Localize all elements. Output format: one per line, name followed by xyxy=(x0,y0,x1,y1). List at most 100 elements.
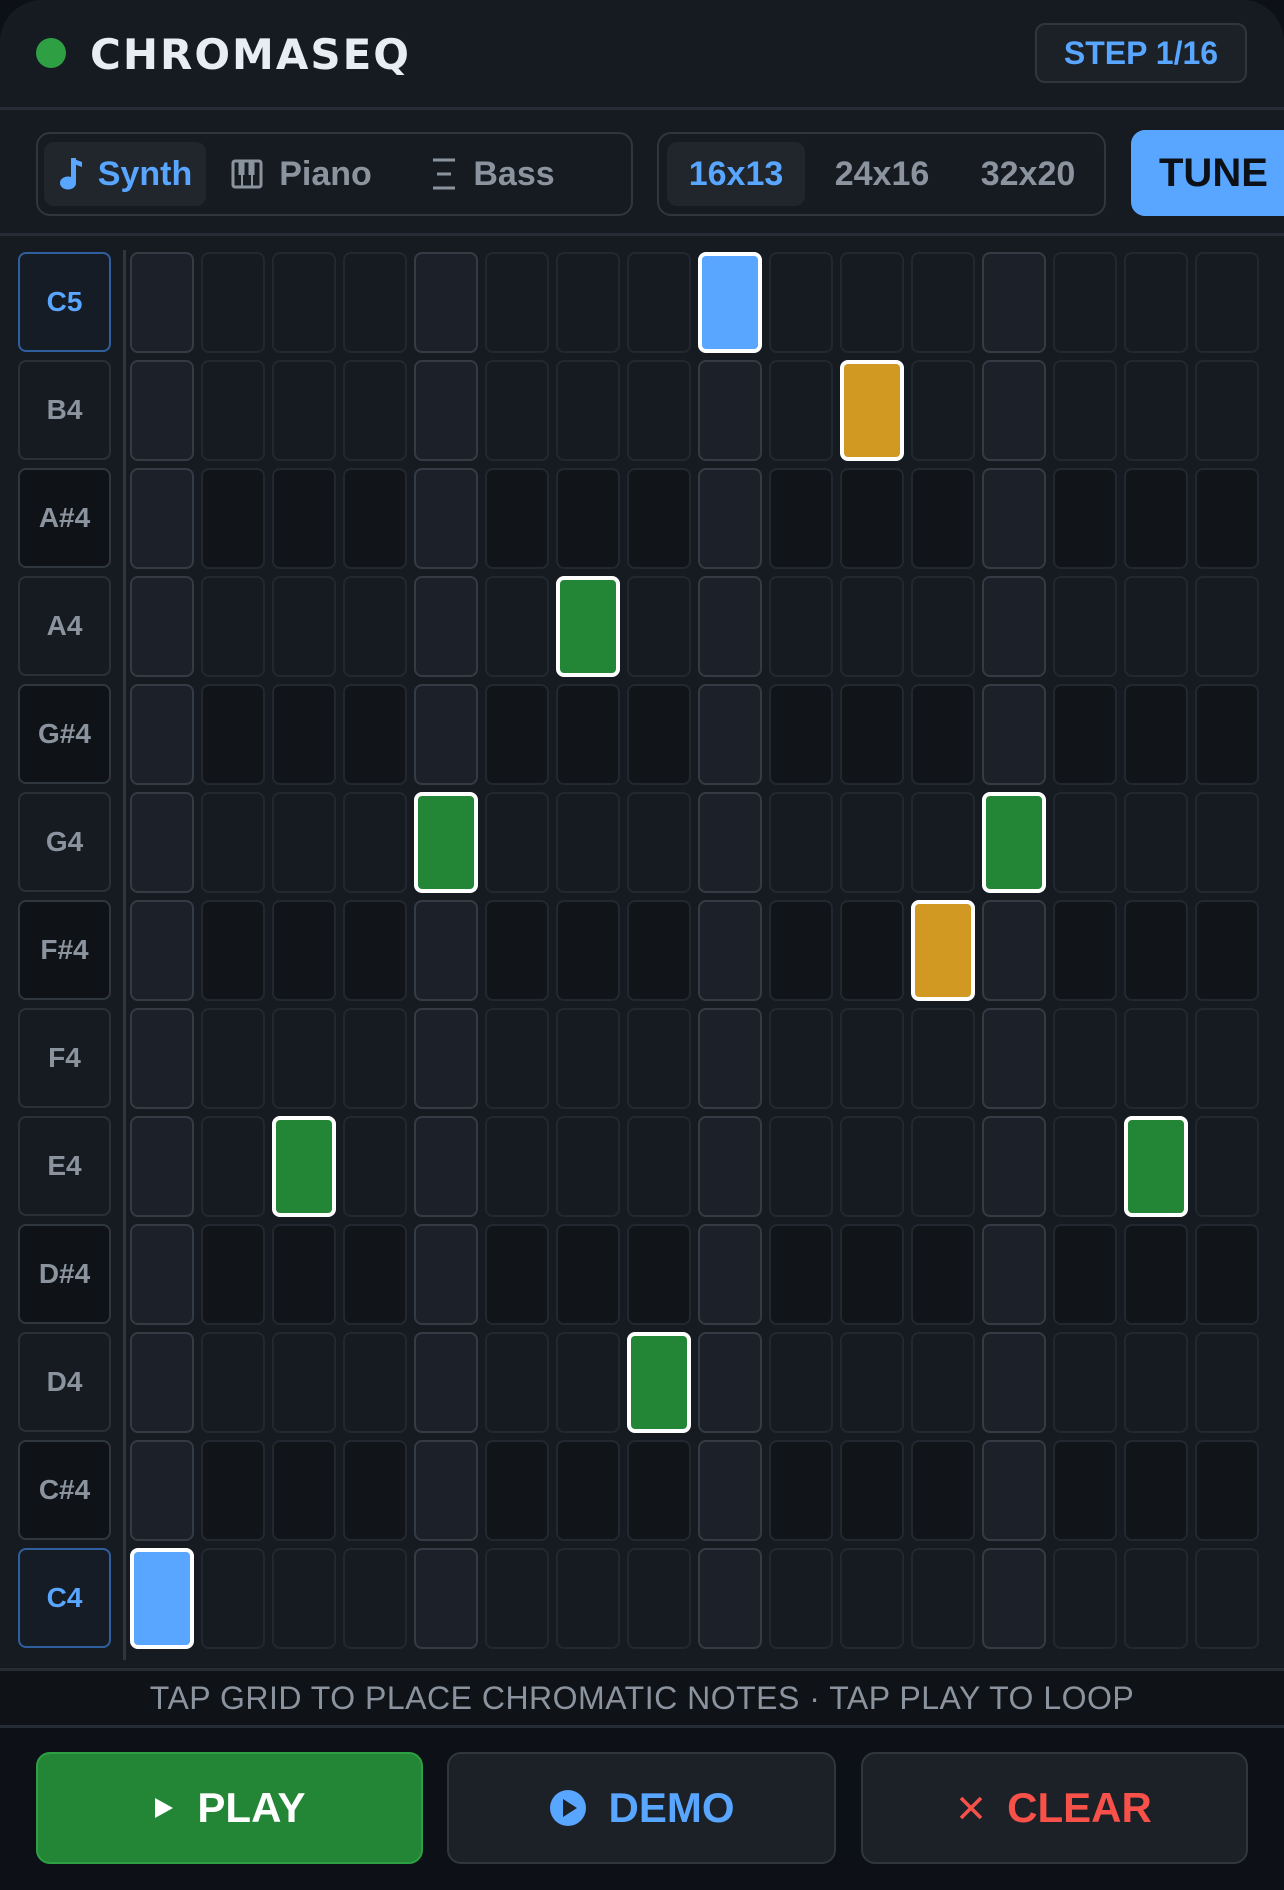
grid-cell[interactable] xyxy=(769,1224,833,1325)
grid-cell[interactable] xyxy=(982,252,1046,353)
note-key[interactable]: G4 xyxy=(18,792,111,892)
grid-cell[interactable] xyxy=(485,1008,549,1109)
grid-cell[interactable] xyxy=(272,1224,336,1325)
grid-cell[interactable] xyxy=(485,252,549,353)
instrument-synth-tab[interactable]: Synth xyxy=(44,142,206,206)
grid-cell[interactable] xyxy=(627,252,691,353)
grid-cell[interactable] xyxy=(982,1008,1046,1109)
grid-cell[interactable] xyxy=(840,1224,904,1325)
grid-cell[interactable] xyxy=(769,1008,833,1109)
grid-cell[interactable] xyxy=(911,576,975,677)
grid-cell-active[interactable] xyxy=(556,576,620,677)
grid-cell[interactable] xyxy=(130,468,194,569)
grid-cell[interactable] xyxy=(201,792,265,893)
grid-cell[interactable] xyxy=(343,684,407,785)
grid-cell[interactable] xyxy=(840,684,904,785)
grid-cell[interactable] xyxy=(1195,1008,1259,1109)
grid-cell[interactable] xyxy=(769,1440,833,1541)
grid-cell[interactable] xyxy=(982,1224,1046,1325)
grid-cell[interactable] xyxy=(982,1332,1046,1433)
grid-cell[interactable] xyxy=(272,900,336,1001)
note-key[interactable]: D#4 xyxy=(18,1224,111,1324)
grid-cell[interactable] xyxy=(627,468,691,569)
grid-cell[interactable] xyxy=(627,792,691,893)
grid-cell[interactable] xyxy=(769,792,833,893)
grid-cell[interactable] xyxy=(201,468,265,569)
grid-cell[interactable] xyxy=(911,360,975,461)
grid-cell[interactable] xyxy=(698,900,762,1001)
grid-cell[interactable] xyxy=(769,252,833,353)
grid-cell[interactable] xyxy=(840,792,904,893)
grid-cell[interactable] xyxy=(698,1548,762,1649)
note-key[interactable]: F4 xyxy=(18,1008,111,1108)
grid-cell[interactable] xyxy=(272,1008,336,1109)
grid-cell[interactable] xyxy=(698,792,762,893)
grid-cell[interactable] xyxy=(1124,1008,1188,1109)
grid-cell[interactable] xyxy=(556,1440,620,1541)
grid-cell[interactable] xyxy=(130,1332,194,1433)
grid-cell[interactable] xyxy=(343,900,407,1001)
clear-button[interactable]: CLEAR xyxy=(861,1752,1248,1864)
grid-cell[interactable] xyxy=(769,1548,833,1649)
grid-cell[interactable] xyxy=(414,576,478,677)
grid-cell[interactable] xyxy=(272,1548,336,1649)
grid-cell[interactable] xyxy=(343,1008,407,1109)
grid-cell[interactable] xyxy=(627,1440,691,1541)
grid-cell[interactable] xyxy=(556,1008,620,1109)
grid-cell[interactable] xyxy=(272,792,336,893)
grid-cell[interactable] xyxy=(343,360,407,461)
grid-cell[interactable] xyxy=(982,900,1046,1001)
grid-cell[interactable] xyxy=(698,1440,762,1541)
grid-cell[interactable] xyxy=(201,1440,265,1541)
grid-cell[interactable] xyxy=(769,684,833,785)
grid-cell[interactable] xyxy=(272,360,336,461)
grid-cell[interactable] xyxy=(698,360,762,461)
grid-cell[interactable] xyxy=(1053,684,1117,785)
grid-cell[interactable] xyxy=(769,360,833,461)
grid-cell[interactable] xyxy=(627,1548,691,1649)
grid-cell[interactable] xyxy=(201,684,265,785)
grid-cell[interactable] xyxy=(130,1008,194,1109)
grid-cell[interactable] xyxy=(698,1116,762,1217)
grid-cell[interactable] xyxy=(130,1116,194,1217)
grid-cell[interactable] xyxy=(1195,1224,1259,1325)
grid-cell[interactable] xyxy=(769,1116,833,1217)
grid-cell[interactable] xyxy=(627,684,691,785)
grid-cell[interactable] xyxy=(414,900,478,1001)
grid-cell[interactable] xyxy=(414,1224,478,1325)
grid-cell[interactable] xyxy=(1124,792,1188,893)
grid-cell[interactable] xyxy=(1124,468,1188,569)
grid-cell[interactable] xyxy=(485,468,549,569)
grid-cell[interactable] xyxy=(1053,576,1117,677)
grid-cell[interactable] xyxy=(343,792,407,893)
grid-cell[interactable] xyxy=(1195,1548,1259,1649)
grid-cell[interactable] xyxy=(1053,1008,1117,1109)
grid-cell[interactable] xyxy=(769,900,833,1001)
grid-cell[interactable] xyxy=(840,1440,904,1541)
tune-button[interactable]: TUNE xyxy=(1131,130,1284,216)
grid-cell[interactable] xyxy=(627,576,691,677)
grid-cell[interactable] xyxy=(485,1224,549,1325)
grid-cell[interactable] xyxy=(1195,900,1259,1001)
grid-cell[interactable] xyxy=(1195,792,1259,893)
grid-cell[interactable] xyxy=(698,1008,762,1109)
grid-cell[interactable] xyxy=(130,1440,194,1541)
grid-cell[interactable] xyxy=(130,576,194,677)
grid-cell[interactable] xyxy=(840,1332,904,1433)
grid-cell[interactable] xyxy=(485,1332,549,1433)
grid-cell[interactable] xyxy=(414,684,478,785)
grid-cell[interactable] xyxy=(414,1440,478,1541)
grid-cell[interactable] xyxy=(343,1332,407,1433)
grid-cell[interactable] xyxy=(627,900,691,1001)
grid-cell[interactable] xyxy=(911,1548,975,1649)
grid-cell[interactable] xyxy=(201,1224,265,1325)
grid-cell[interactable] xyxy=(911,1116,975,1217)
grid-cell[interactable] xyxy=(201,1008,265,1109)
grid-cell-active[interactable] xyxy=(1124,1116,1188,1217)
grid-cell[interactable] xyxy=(1124,252,1188,353)
grid-cell[interactable] xyxy=(1195,468,1259,569)
grid-cell[interactable] xyxy=(982,684,1046,785)
grid-size-32x20-tab[interactable]: 32x20 xyxy=(959,142,1097,206)
grid-cell[interactable] xyxy=(982,1548,1046,1649)
grid-cell[interactable] xyxy=(911,468,975,569)
